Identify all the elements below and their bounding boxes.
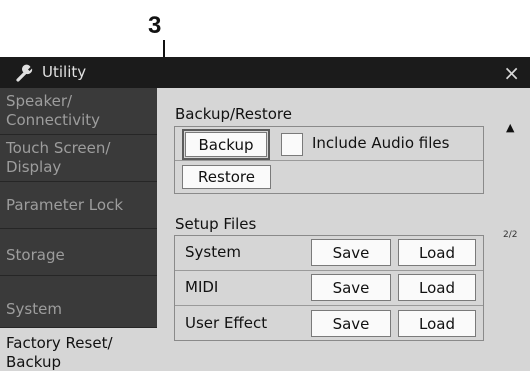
user-effect-load-button[interactable]: Load [398,310,476,337]
sidebar-item-storage[interactable]: Storage [0,229,157,276]
sidebar-item-speaker-connectivity[interactable]: Speaker/Connectivity [0,88,157,135]
setup-row-label-system: System [185,243,241,261]
sidebar-item-label: Factory Reset/ [6,333,113,352]
main-panel: Backup/Restore Backup Include Audio file… [157,88,530,371]
sidebar-item-label: Connectivity [6,111,100,129]
sidebar-item-label: Backup [6,352,61,371]
sidebar-item-parameter-lock[interactable]: Parameter Lock [0,182,157,229]
scroll-up-icon[interactable]: ▲ [506,121,514,134]
divider [175,160,483,161]
sidebar-item-label: Parameter Lock [6,195,124,214]
callout-number: 3 [148,12,162,39]
page-indicator: 2/2 [503,230,518,240]
sidebar-item-label: Storage [6,245,65,264]
divider [175,270,483,271]
midi-save-button[interactable]: Save [311,274,391,301]
sidebar: Speaker/Connectivity Touch Screen/Displa… [0,88,157,371]
close-icon[interactable]: × [503,61,520,85]
window-title: Utility [42,63,87,81]
sidebar-item-label: Display [6,158,62,176]
sidebar-item-label: System [6,300,62,318]
setup-files-heading: Setup Files [175,215,257,233]
sidebar-item-system[interactable]: System [0,276,157,328]
backup-button[interactable]: Backup [182,129,270,160]
midi-load-button[interactable]: Load [398,274,476,301]
restore-button[interactable]: Restore [182,165,271,189]
sidebar-item-factory-reset-backup[interactable]: Factory Reset/Backup [0,328,157,371]
include-audio-label: Include Audio files [312,134,450,152]
include-audio-checkbox[interactable] [281,133,303,156]
title-bar: Utility × [0,57,530,88]
sidebar-item-label: Speaker/ [6,92,73,110]
divider [175,305,483,306]
wrench-icon [16,64,33,82]
user-effect-save-button[interactable]: Save [311,310,391,337]
sidebar-item-touch-screen-display[interactable]: Touch Screen/Display [0,135,157,182]
sidebar-item-label: Touch Screen/ [6,139,111,157]
backup-restore-heading: Backup/Restore [175,105,292,123]
system-load-button[interactable]: Load [398,239,476,266]
system-save-button[interactable]: Save [311,239,391,266]
setup-row-label-midi: MIDI [185,278,219,296]
setup-row-label-user-effect: User Effect [185,314,268,332]
